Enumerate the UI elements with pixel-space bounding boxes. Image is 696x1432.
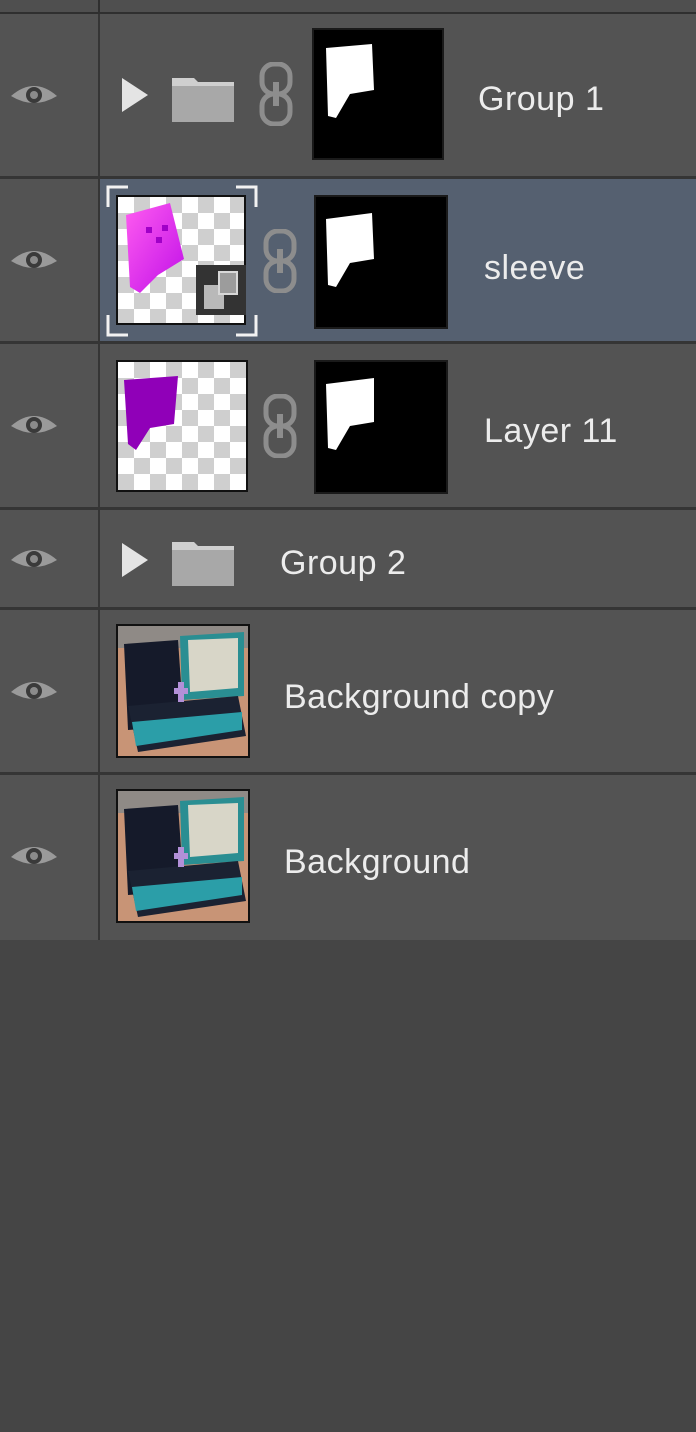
empty-layer-area xyxy=(0,940,696,1432)
layer-name[interactable]: Background xyxy=(284,843,470,882)
visibility-column xyxy=(0,610,100,772)
layer-name[interactable]: Group 1 xyxy=(478,80,604,119)
layer-thumbnail[interactable] xyxy=(116,624,250,758)
layer-row-background[interactable]: Background xyxy=(0,775,696,945)
smart-object-icon xyxy=(196,265,246,315)
layer-thumbnail[interactable] xyxy=(116,789,250,923)
layer-thumbnail[interactable] xyxy=(116,360,248,492)
folder-icon xyxy=(172,78,234,122)
eye-icon[interactable] xyxy=(9,245,59,275)
layer-name[interactable]: Background copy xyxy=(284,678,554,717)
layer-list: Group 1 sleeve Layer 11 Group 2 Backgrou… xyxy=(0,14,696,945)
link-chain-icon[interactable] xyxy=(262,394,298,458)
eye-icon[interactable] xyxy=(9,841,59,871)
visibility-column xyxy=(0,510,100,607)
layer-mask-thumbnail[interactable] xyxy=(314,360,448,494)
link-chain-icon[interactable] xyxy=(258,62,294,126)
eye-icon[interactable] xyxy=(9,676,59,706)
layer-name[interactable]: Group 2 xyxy=(280,544,406,583)
expand-arrow-icon[interactable] xyxy=(122,543,148,577)
layer-row-group-1[interactable]: Group 1 xyxy=(0,14,696,179)
visibility-column xyxy=(0,179,100,341)
layer-mask-thumbnail[interactable] xyxy=(314,195,448,329)
layer-row-layer-11[interactable]: Layer 11 xyxy=(0,344,696,510)
visibility-column xyxy=(0,14,100,176)
eye-icon[interactable] xyxy=(9,410,59,440)
layer-row-sleeve[interactable]: sleeve xyxy=(0,179,696,344)
layers-panel: Group 1 sleeve Layer 11 Group 2 Backgrou… xyxy=(0,0,696,1432)
eye-icon[interactable] xyxy=(9,80,59,110)
layer-row-background-copy[interactable]: Background copy xyxy=(0,610,696,775)
layer-name[interactable]: Layer 11 xyxy=(484,412,618,451)
link-chain-icon[interactable] xyxy=(262,229,298,293)
eye-icon[interactable] xyxy=(9,544,59,574)
previous-row-edge xyxy=(0,0,696,14)
column-divider xyxy=(98,0,100,12)
layer-row-group-2[interactable]: Group 2 xyxy=(0,510,696,610)
folder-icon xyxy=(172,542,234,586)
expand-arrow-icon[interactable] xyxy=(122,78,148,112)
visibility-column xyxy=(0,344,100,507)
visibility-column xyxy=(0,775,100,942)
layer-name[interactable]: sleeve xyxy=(484,249,585,288)
layer-mask-thumbnail[interactable] xyxy=(312,28,444,160)
